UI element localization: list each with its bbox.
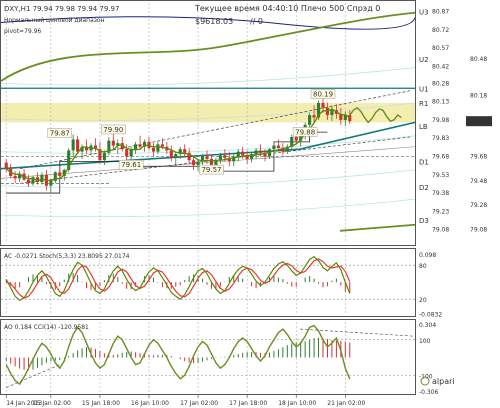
price-axis-tick: 80.57	[432, 45, 449, 52]
trading-chart-window: 80.87 80.72 80.57 80.42 80.28 80.13 79.98 79.83…	[0, 0, 500, 408]
time-axis-label: 17 Jan 18:00	[229, 400, 267, 407]
candle-body	[160, 144, 164, 147]
candle-body	[321, 102, 325, 108]
main-panel-frame	[0, 0, 416, 246]
candle-body	[71, 139, 75, 151]
candle-body	[169, 150, 173, 158]
price-axis-tick: 79.83	[432, 135, 449, 142]
pivot-level-label: R1	[419, 100, 428, 108]
price-tag-label: 79.57	[201, 166, 221, 174]
price-axis-tick: 80.87	[432, 9, 449, 16]
candle-body	[254, 150, 258, 155]
current-price-label: 79.97	[469, 118, 489, 126]
time-axis-label: 21 Jan 02:00	[327, 400, 365, 407]
candle-body	[13, 175, 17, 179]
candle-body	[138, 144, 142, 147]
price-axis-tick: 80.72	[432, 27, 449, 34]
ao-axis-tick: 100	[419, 338, 431, 345]
indicator-name: Нормальный ценовой диапазон	[4, 17, 105, 24]
candle-body	[205, 156, 209, 159]
candle-body	[151, 147, 156, 152]
pivot-level-label: LB	[419, 123, 428, 131]
symbol-ohlc: DXY,H1 79.94 79.98 79.94 79.97	[4, 5, 119, 13]
price-axis-tick: 80.42	[432, 63, 449, 70]
balance-suffix: // 0	[250, 17, 263, 26]
server-time: Текущее время 04:40:10 Плечо 500 Спрэд 0	[194, 4, 380, 13]
price-axis-tick: 79.38	[432, 190, 449, 197]
price-tag-label: 79.61	[121, 161, 141, 169]
candle-body	[196, 161, 200, 166]
price-axis-tick: 79.08	[432, 227, 449, 234]
candle-body	[111, 140, 115, 146]
price-axis-tick: 80.13	[432, 99, 449, 106]
time-axis-label: 18 Jan 10:00	[278, 400, 316, 407]
candle-body	[258, 150, 263, 153]
pivot-level-label: D1	[419, 158, 429, 166]
time-axis-label: 16 Jan 10:00	[131, 400, 169, 407]
brand-name: alpari	[432, 377, 455, 386]
account-balance: $9618.03	[195, 17, 233, 26]
time-axis-label: 15 Jan 18:00	[82, 400, 120, 407]
candle-body	[125, 149, 129, 157]
candle-body	[241, 151, 245, 156]
ac-axis-tick: 20	[419, 297, 427, 304]
ac-axis-tick: -0.0832	[419, 311, 442, 318]
price-tag-label: 79.90	[103, 126, 123, 134]
candle-body	[330, 110, 334, 116]
ac-indicator-label: AC -0.0271 Stoch(5,3,3) 23.8095 27.0174	[4, 253, 130, 260]
candle-body	[294, 137, 298, 141]
price-axis-major-tick: 79.48	[470, 178, 487, 185]
price-axis-tick: 79.98	[432, 117, 449, 124]
pivot-level-label: D3	[419, 217, 429, 225]
candle-body	[236, 151, 240, 157]
candle-body	[223, 155, 227, 158]
chart-canvas: 80.87 80.72 80.57 80.42 80.28 80.13 79.98 79.83…	[0, 0, 492, 407]
candle-body	[129, 149, 133, 157]
candle-body	[156, 144, 160, 152]
ao-axis-tick: 0.304	[419, 322, 436, 329]
price-axis-major-tick: 79.08	[470, 227, 487, 234]
price-axis-tick: 80.28	[432, 80, 449, 87]
ac-axis-tick: 0.098	[419, 252, 436, 259]
candle-body	[58, 172, 62, 176]
pivot-value: pivot=79.96	[4, 28, 41, 35]
candle-body	[76, 139, 80, 152]
candle-body	[348, 115, 352, 122]
candle-body	[183, 149, 187, 153]
candle-body	[102, 152, 106, 161]
candle-body	[192, 160, 196, 166]
price-axis-tick: 79.23	[432, 208, 449, 215]
pivot-level-label: U3	[419, 9, 429, 17]
candle-body	[218, 155, 222, 161]
ao-indicator-label: AO 0.184 CCI(14) -120.9581	[4, 324, 89, 331]
candle-body	[26, 179, 31, 184]
candle-body	[276, 145, 280, 148]
price-axis-major-tick: 79.68	[470, 154, 487, 161]
price-axis-tick: 79.68	[432, 154, 449, 161]
candle-body	[4, 162, 8, 169]
pivot-level-label: D2	[419, 184, 429, 192]
support-resistance-zone	[1, 102, 415, 123]
candle-body	[308, 115, 312, 125]
price-axis-major-tick: 80.48	[470, 56, 487, 63]
pivot-level-label: U2	[419, 56, 429, 64]
candle-body	[134, 144, 138, 150]
pivot-level-label: U1	[419, 85, 429, 93]
price-axis-major-tick: 80.18	[470, 93, 487, 100]
price-tag-label: 80.19	[313, 91, 333, 99]
time-axis: 14 Jan 201315 Jan 02:00 15 Jan 18:00 16 Ja…	[5, 395, 365, 407]
price-axis-tick: 79.53	[432, 172, 449, 179]
price-tag-label: 79.87	[50, 130, 70, 138]
price-tag-label: 79.88	[295, 128, 315, 136]
candle-body	[40, 174, 44, 183]
ac-axis-tick: 80	[419, 263, 427, 270]
time-axis-label: 15 Jan 02:00	[33, 400, 71, 407]
candle-body	[312, 115, 316, 118]
ao-axis-tick: -0.306	[419, 389, 439, 396]
time-axis-label: 17 Jan 02:00	[180, 400, 218, 407]
candle-body	[174, 154, 178, 158]
candle-body	[272, 145, 276, 150]
candle-body	[49, 180, 53, 186]
price-axis-major-tick: 79.28	[470, 202, 487, 209]
